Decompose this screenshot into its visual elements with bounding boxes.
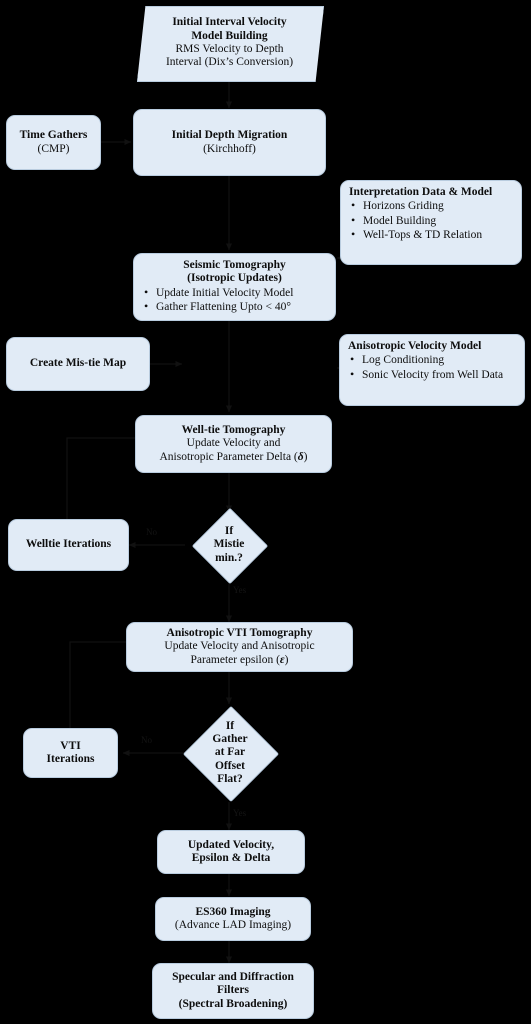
decision-line1: If xyxy=(225,719,235,732)
node-specular-title3: (Spectral Broadening) xyxy=(178,997,288,1010)
node-seismic-tomography-title2: (Isotropic Updates) xyxy=(187,272,282,285)
node-initial-interval-velocity[interactable]: Initial Interval Velocity Model Building… xyxy=(137,6,324,82)
node-decision-mistie[interactable]: If Mistie min.? xyxy=(185,507,273,585)
bullet-item: Well-Tops & TD Relation xyxy=(349,228,513,242)
node-seismic-tomography-title1: Seismic Tomography xyxy=(183,259,286,271)
node-seismic-tomography[interactable]: Seismic Tomography (Isotropic Updates) U… xyxy=(133,253,336,321)
bullet-item: Model Building xyxy=(349,214,513,228)
node-updated-velocity-title2: Epsilon & Delta xyxy=(191,852,271,864)
node-sub-line1: RMS Velocity to Depth xyxy=(175,43,284,55)
decision-line2: Gather xyxy=(212,733,248,746)
decision-line3: at Far xyxy=(214,746,246,759)
edge-label-gather-no: No xyxy=(141,735,152,745)
node-welltie-tomography-title: Well-tie Tomography xyxy=(181,424,286,436)
node-decision-gather-flat-text: If Gather at Far Offset Flat? xyxy=(212,720,247,786)
node-anisotropic-vti-sub2: Parameter epsilon (ε) xyxy=(191,654,289,667)
flowchart-canvas: Welltie Iterations --> Anisotropic VTI T… xyxy=(0,0,531,1024)
decision-line2: Mistie xyxy=(213,538,245,551)
edge-label-gather-yes: Yes xyxy=(233,808,247,818)
bullet-item: Horizons Griding xyxy=(349,199,513,213)
node-updated-velocity[interactable]: Updated Velocity, Epsilon & Delta xyxy=(157,830,305,874)
node-initial-depth-migration-sub: (Kirchhoff) xyxy=(203,142,256,155)
node-initial-depth-migration[interactable]: Initial Depth Migration (Kirchhoff) xyxy=(133,109,326,176)
sub2-pre: Anisotropic Parameter Delta ( xyxy=(159,450,298,463)
node-decision-gather-flat[interactable]: If Gather at Far Offset Flat? xyxy=(182,704,280,803)
decision-line5: Flat? xyxy=(217,772,243,785)
node-decision-mistie-text: If Mistie min.? xyxy=(214,525,245,565)
node-sub-line2: Interval (Dix’s Conversion) xyxy=(165,56,294,69)
node-anisotropic-velocity-model-bullets: Log Conditioning Sonic Velocity from Wel… xyxy=(348,353,516,382)
node-welltie-iterations[interactable]: Welltie Iterations xyxy=(8,519,129,571)
node-anisotropic-velocity-model[interactable]: Anisotropic Velocity Model Log Condition… xyxy=(339,334,525,406)
node-vti-iterations-title1: VTI xyxy=(60,739,81,752)
node-time-gathers[interactable]: Time Gathers (CMP) xyxy=(6,115,101,170)
node-title-line1: Initial Interval Velocity xyxy=(172,16,287,29)
node-initial-depth-migration-title: Initial Depth Migration xyxy=(171,129,288,142)
sub2-post: ) xyxy=(303,450,308,463)
sub2-post: ) xyxy=(284,653,289,666)
edge-label-mistie-yes: Yes xyxy=(233,585,247,595)
node-interpretation-data[interactable]: Interpretation Data & Model Horizons Gri… xyxy=(340,180,522,265)
node-create-mistie-map[interactable]: Create Mis-tie Map xyxy=(6,337,150,391)
decision-line3: min.? xyxy=(215,551,243,564)
bullet-item: Gather Flattening Upto < 40° xyxy=(142,300,327,314)
node-vti-iterations-title2: Iterations xyxy=(46,753,95,765)
node-time-gathers-sub: (CMP) xyxy=(37,142,70,155)
edge-label-mistie-no: No xyxy=(146,527,157,537)
node-anisotropic-vti-sub1: Update Velocity and Anisotropic xyxy=(164,640,315,653)
node-initial-interval-velocity-text: Initial Interval Velocity Model Building… xyxy=(137,16,322,69)
node-title-line2: Model Building xyxy=(191,29,268,42)
sub2-pre: Parameter epsilon ( xyxy=(190,653,280,666)
node-specular-title1: Specular and Diffraction xyxy=(172,971,294,983)
node-interpretation-data-title: Interpretation Data & Model xyxy=(349,186,493,198)
node-welltie-iterations-title: Welltie Iterations xyxy=(25,538,112,551)
bullet-item: Update Initial Velocity Model xyxy=(142,286,327,300)
node-specular-title2: Filters xyxy=(217,984,249,997)
decision-line4: Offset xyxy=(214,759,245,772)
bullet-item: Sonic Velocity from Well Data xyxy=(348,368,516,382)
node-vti-iterations[interactable]: VTI Iterations xyxy=(23,728,118,778)
node-time-gathers-title: Time Gathers xyxy=(19,129,88,142)
node-create-mistie-map-title: Create Mis-tie Map xyxy=(29,357,127,370)
bullet-item: Log Conditioning xyxy=(348,353,516,367)
node-anisotropic-vti-tomography[interactable]: Anisotropic VTI Tomography Update Veloci… xyxy=(126,622,353,672)
node-specular-diffraction[interactable]: Specular and Diffraction Filters (Spectr… xyxy=(152,963,314,1019)
node-es360-imaging[interactable]: ES360 Imaging (Advance LAD Imaging) xyxy=(155,897,311,941)
node-interpretation-data-bullets: Horizons Griding Model Building Well-Top… xyxy=(349,199,513,242)
node-updated-velocity-title1: Updated Velocity, xyxy=(187,838,275,851)
node-welltie-tomography-sub1: Update Velocity and xyxy=(186,437,281,450)
node-welltie-tomography-sub2: Anisotropic Parameter Delta (δ) xyxy=(159,451,307,464)
decision-line1: If xyxy=(224,525,234,538)
node-welltie-tomography[interactable]: Well-tie Tomography Update Velocity and … xyxy=(135,415,332,473)
node-anisotropic-velocity-model-title: Anisotropic Velocity Model xyxy=(348,340,482,352)
node-es360-imaging-sub: (Advance LAD Imaging) xyxy=(174,919,292,931)
node-anisotropic-vti-title: Anisotropic VTI Tomography xyxy=(166,627,313,639)
node-es360-imaging-title: ES360 Imaging xyxy=(195,905,271,918)
node-seismic-tomography-bullets: Update Initial Velocity Model Gather Fla… xyxy=(142,286,327,315)
